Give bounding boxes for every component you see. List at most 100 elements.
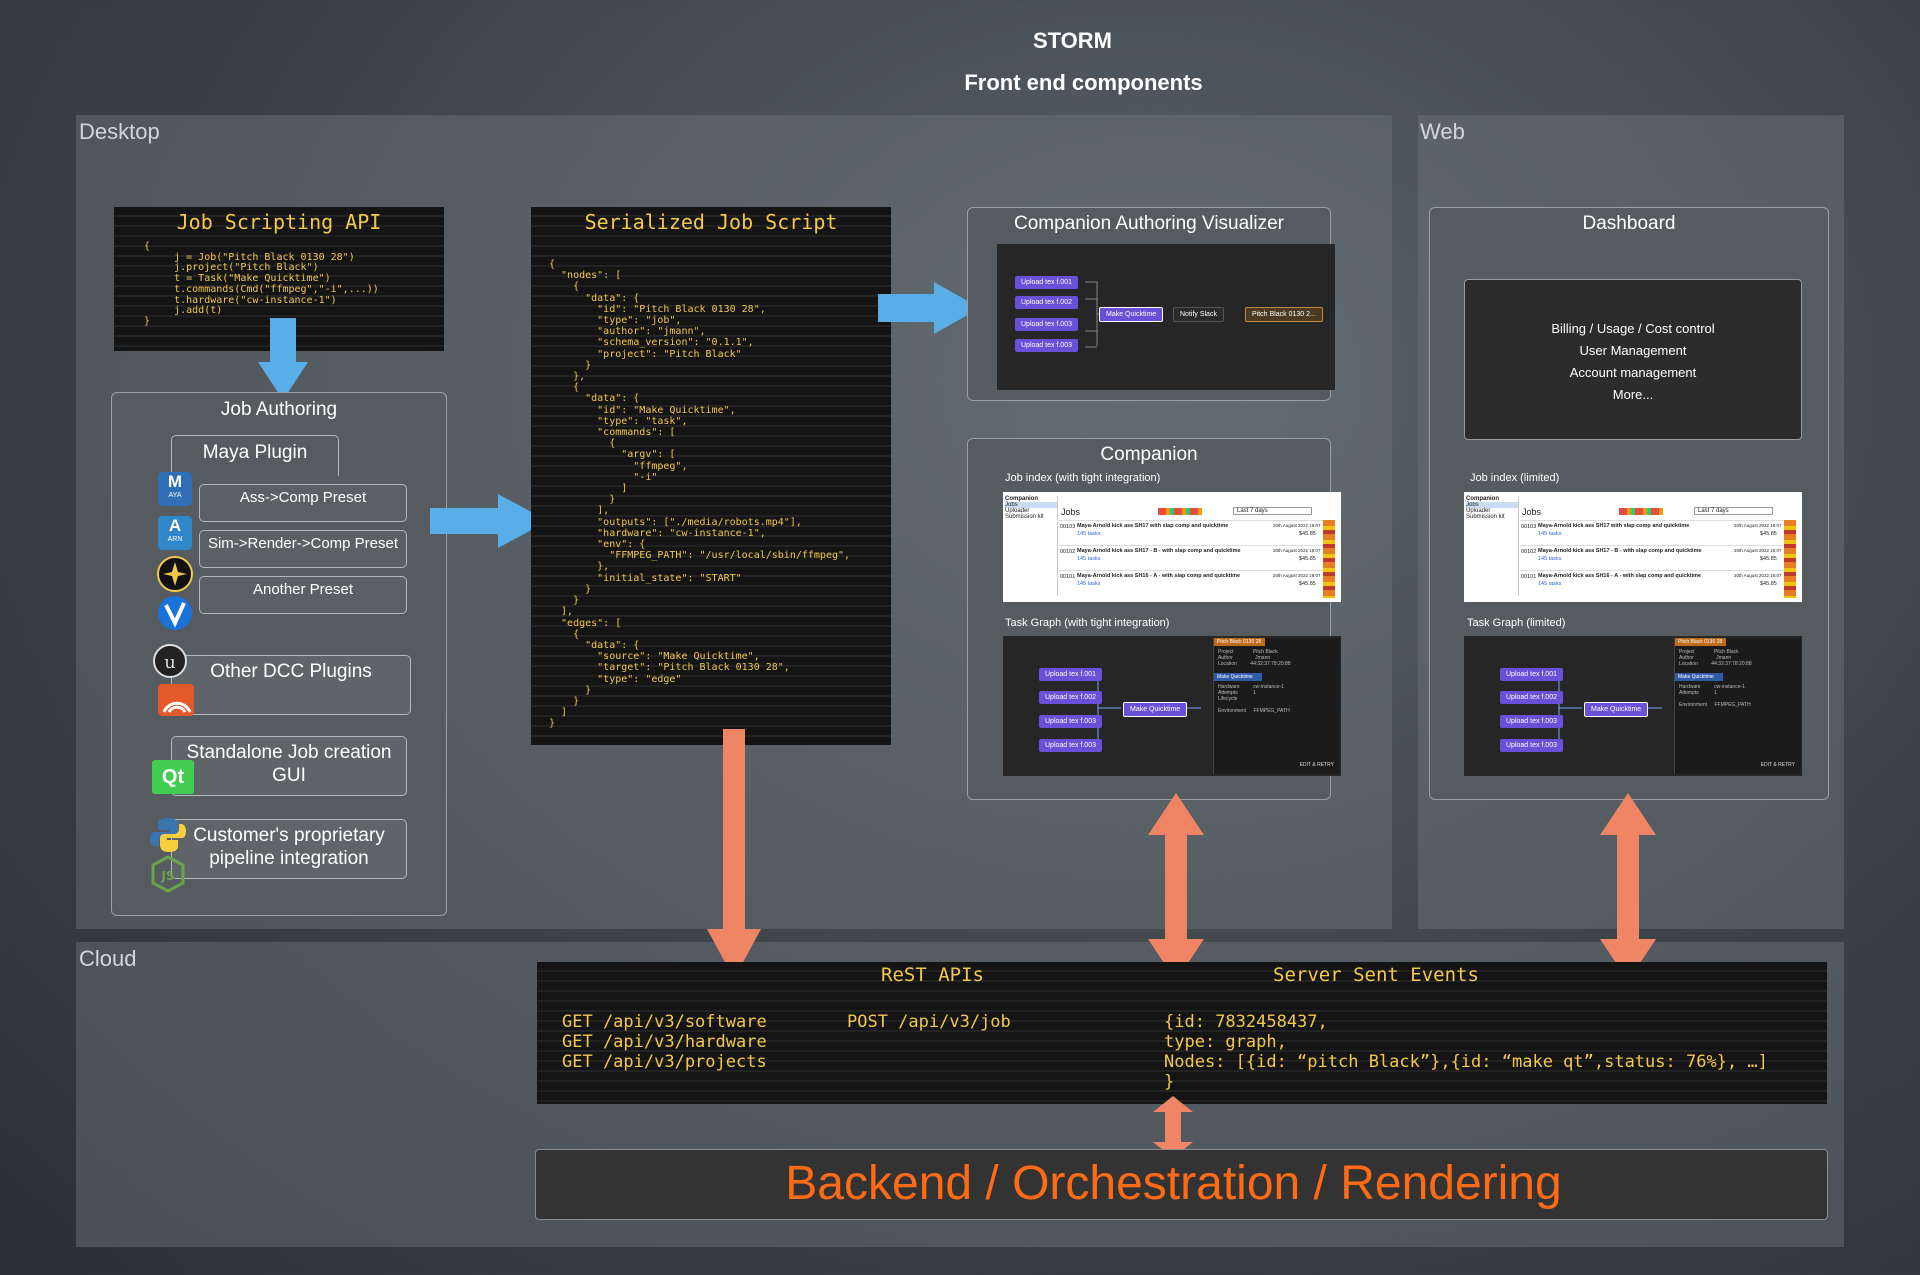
dash-field-environment-val: FFMPEG_PATH <box>1714 702 1751 708</box>
houdini-icon <box>158 684 194 716</box>
comp-jobs-header: Jobs <box>1061 507 1081 517</box>
comp-field-hardware-val: cw-instance-1 <box>1253 684 1284 690</box>
dashboard-billing[interactable]: Billing / Usage / Cost control <box>1465 318 1801 340</box>
comp-graph-upload-2[interactable]: Upload tex f.002 <box>1039 691 1102 704</box>
comp-detail-title: Pitch Black 0130 28 <box>1214 638 1265 646</box>
dash-job-row[interactable]: 00101 Maya-Arnold kick ass SH16 - A - wit… <box>1520 570 1788 595</box>
web-label: Web <box>1420 119 1465 144</box>
job-authoring-title: Job Authoring <box>220 399 338 420</box>
dash-job-row[interactable]: 00103 Maya-Arnold kick ass SH17 with slap… <box>1520 520 1788 545</box>
rest-get-list: GET /api/v3/software GET /api/v3/hardwar… <box>562 1012 767 1072</box>
dashboard-user-management[interactable]: User Management <box>1465 340 1801 362</box>
vis-node-job[interactable]: Pitch Black 0130 2... <box>1245 307 1323 322</box>
page-subtitle: Front end components <box>964 70 1203 95</box>
dash-row-tasks: 145 tasks <box>1538 531 1562 537</box>
sse-payload: {id: 7832458437, type: graph, Nodes: [{i… <box>1164 1012 1768 1092</box>
dash-filter[interactable]: Last 7 days <box>1694 507 1773 515</box>
dashboard-job-index-label: Job index (limited) <box>1470 472 1560 484</box>
dash-field-location-val: 44:32:37:78:20:88 <box>1711 661 1752 667</box>
comp-detail-panel: Pitch Black 0130 28 Project Pitch Black … <box>1213 638 1340 774</box>
other-dcc-label: Other DCC Plugins <box>210 661 372 682</box>
comp-graph-upload-4[interactable]: Upload tex f.003 <box>1039 739 1102 752</box>
comp-filter[interactable]: Last 7 days <box>1233 507 1312 515</box>
comp-sidebar-submission[interactable]: Submission kit <box>1005 514 1057 520</box>
dash-field-hardware-val: cw-instance-1 <box>1714 684 1745 690</box>
maya-plugin-label: Maya Plugin <box>202 442 308 463</box>
dash-field-attempts-val: 1 <box>1714 690 1717 696</box>
arrow-bidir-orange-dashboard <box>1600 793 1656 981</box>
vis-node-notify-slack[interactable]: Notify Slack <box>1173 307 1224 322</box>
comp-retry-button[interactable]: EDIT & RETRY <box>1300 762 1334 768</box>
dash-row-id: 00101 <box>1521 574 1537 580</box>
dash-graph-upload-3[interactable]: Upload tex f.003 <box>1500 715 1563 728</box>
comp-row-name: Maya-Arnold kick ass SH17 - B - with sla… <box>1077 548 1241 554</box>
vis-node-upload-2[interactable]: Upload tex f.002 <box>1015 296 1078 309</box>
nodejs-icon: JS <box>151 855 185 893</box>
svg-text:JS: JS <box>160 869 174 883</box>
dashboard-more[interactable]: More... <box>1465 384 1801 406</box>
dash-row-tasks: 145 tasks <box>1538 581 1562 587</box>
dash-graph-make-quicktime[interactable]: Make Quicktime <box>1584 702 1649 717</box>
comp-row-date: 20th August 2022 18:07 <box>1273 548 1321 553</box>
comp-status-filters[interactable] <box>1158 508 1202 515</box>
backend-box: Backend / Orchestration / Rendering <box>535 1149 1828 1220</box>
vis-node-make-quicktime[interactable]: Make Quicktime <box>1099 307 1164 322</box>
sse-title: Server Sent Events <box>1273 964 1479 986</box>
serialized-job-script-panel: Serialized Job Script { "nodes": [ { "da… <box>531 207 891 745</box>
vis-node-upload-4[interactable]: Upload tex f.003 <box>1015 339 1078 352</box>
serialized-job-code: { "nodes": [ { "data": { "id": "Pitch Bl… <box>549 259 851 730</box>
dash-status-bars <box>1784 520 1796 598</box>
comp-row-id: 00103 <box>1060 524 1076 530</box>
dash-retry-button[interactable]: EDIT & RETRY <box>1761 762 1795 768</box>
sse-line-3: Nodes: [{id: “pitch Black”},{id: “make q… <box>1164 1052 1768 1072</box>
dash-sidebar-submission[interactable]: Submission kit <box>1466 514 1518 520</box>
dash-graph-upload-2[interactable]: Upload tex f.002 <box>1500 691 1563 704</box>
page-title: STORM <box>1032 28 1113 53</box>
job-scripting-code: { j = Job("Pitch Black 0130 28") j.proje… <box>144 241 379 327</box>
sse-line-1: {id: 7832458437, <box>1164 1012 1328 1032</box>
dash-detail-task: Make Quicktime <box>1675 673 1723 681</box>
comp-row-name: Maya-Arnold kick ass SH16 - A - with sla… <box>1077 573 1241 579</box>
vray-icon <box>158 596 192 630</box>
dash-detail-title: Pitch Black 0130 28 <box>1675 638 1726 646</box>
preset-another[interactable]: Another Preset <box>199 576 407 614</box>
dashboard-task-graph-label: Task Graph (limited) <box>1467 617 1566 629</box>
maya-icon: M AYA <box>158 472 192 506</box>
arrow-down-blue <box>258 318 308 400</box>
dash-row-date: 20th August 2022 18:07 <box>1734 548 1782 553</box>
dash-status-filters[interactable] <box>1619 508 1663 515</box>
dash-graph-upload-4[interactable]: Upload tex f.003 <box>1500 739 1563 752</box>
comp-job-row[interactable]: 00103 Maya-Arnold kick ass SH17 with slap… <box>1059 520 1327 545</box>
comp-graph-make-quicktime[interactable]: Make Quicktime <box>1123 702 1188 717</box>
dash-row-name: Maya-Arnold kick ass SH17 with slap comp… <box>1538 523 1690 529</box>
comp-graph-upload-1[interactable]: Upload tex f.001 <box>1039 668 1102 681</box>
vis-node-upload-1[interactable]: Upload tex f.001 <box>1015 276 1078 289</box>
arrow-bidir-orange-companion <box>1148 793 1204 981</box>
comp-job-row[interactable]: 00102 Maya-Arnold kick ass SH17 - B - wit… <box>1059 545 1327 570</box>
comp-row-tasks: 145 tasks <box>1077 556 1101 562</box>
dash-row-name: Maya-Arnold kick ass SH16 - A - with sla… <box>1538 573 1702 579</box>
companion-job-index: Companion Jobs Uploader Submission kit J… <box>1003 492 1341 602</box>
comp-row-name: Maya-Arnold kick ass SH17 with slap comp… <box>1077 523 1229 529</box>
comp-job-row[interactable]: 00101 Maya-Arnold kick ass SH16 - A - wit… <box>1059 570 1327 595</box>
comp-field-lifecycle-key: Lifecycle <box>1218 696 1238 702</box>
dash-job-row[interactable]: 00102 Maya-Arnold kick ass SH17 - B - wit… <box>1520 545 1788 570</box>
maya-icon-letter: M <box>167 472 183 491</box>
preset-ass-comp[interactable]: Ass->Comp Preset <box>199 484 407 522</box>
desktop-label: Desktop <box>79 119 160 144</box>
unreal-icon: u <box>153 644 187 678</box>
comp-row-cost: $45.85 <box>1299 556 1316 562</box>
comp-graph-upload-3[interactable]: Upload tex f.003 <box>1039 715 1102 728</box>
nuke-icon <box>157 556 193 592</box>
arrow-down-orange <box>707 729 761 979</box>
preset-sim-render-comp[interactable]: Sim->Render->Comp Preset <box>199 530 407 568</box>
get-software: GET /api/v3/software <box>562 1012 767 1032</box>
vis-node-upload-3[interactable]: Upload tex f.003 <box>1015 318 1078 331</box>
dashboard-account-management[interactable]: Account management <box>1465 362 1801 384</box>
dash-jobs-header: Jobs <box>1522 507 1542 517</box>
dash-graph-upload-1[interactable]: Upload tex f.001 <box>1500 668 1563 681</box>
comp-row-id: 00101 <box>1060 574 1076 580</box>
maya-icon-sub: AYA <box>168 492 182 499</box>
dash-field-environment-key: Environment <box>1679 702 1708 708</box>
standalone-box: Standalone Job creation GUI <box>171 736 407 796</box>
